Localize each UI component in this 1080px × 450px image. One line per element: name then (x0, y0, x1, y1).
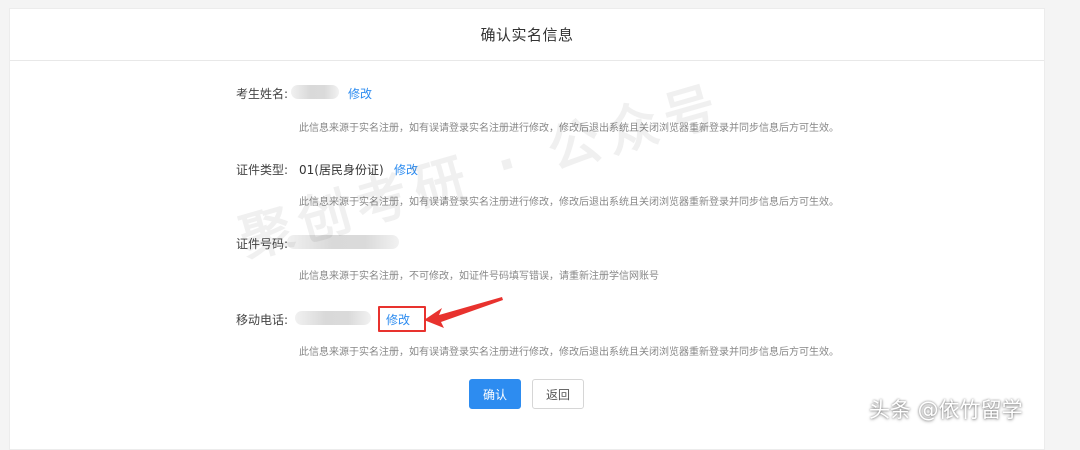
field-label-id-type: 证件类型: (235, 163, 288, 177)
id-number-value-redacted (287, 235, 399, 249)
confirm-button[interactable]: 确认 (469, 379, 521, 409)
page-title: 确认实名信息 (480, 26, 574, 44)
mobile-value-redacted (295, 311, 371, 325)
field-label-name: 考生姓名: (235, 87, 288, 101)
edit-mobile-highlight (378, 306, 426, 332)
field-note-mobile: 此信息来源于实名注册，如有误请登录实名注册进行修改，修改后退出系统且关闭浏览器重… (299, 347, 839, 358)
back-button[interactable]: 返回 (532, 379, 584, 409)
id-type-value: 01(居民身份证) (299, 163, 384, 177)
arrow-annotation-icon (424, 297, 503, 328)
field-note-name: 此信息来源于实名注册，如有误请登录实名注册进行修改，修改后退出系统且关闭浏览器重… (299, 123, 839, 134)
field-note-id-type: 此信息来源于实名注册，如有误请登录实名注册进行修改，修改后退出系统且关闭浏览器重… (299, 197, 839, 208)
name-value-redacted (291, 85, 339, 99)
field-label-mobile: 移动电话: (235, 313, 288, 327)
edit-name-link[interactable]: 修改 (348, 85, 372, 102)
confirm-info-card: 确认实名信息 考生姓名: 修改 此信息来源于实名注册，如有误请登录实名注册进行修… (9, 8, 1045, 450)
card-header: 确认实名信息 (10, 9, 1044, 61)
field-note-id-number: 此信息来源于实名注册，不可修改，如证件号码填写错误，请重新注册学信网账号 (299, 271, 659, 282)
field-label-id-number: 证件号码: (235, 237, 288, 251)
edit-id-type-link[interactable]: 修改 (394, 161, 418, 178)
corner-brand-text: 头条 @依竹留学 (869, 398, 1023, 422)
